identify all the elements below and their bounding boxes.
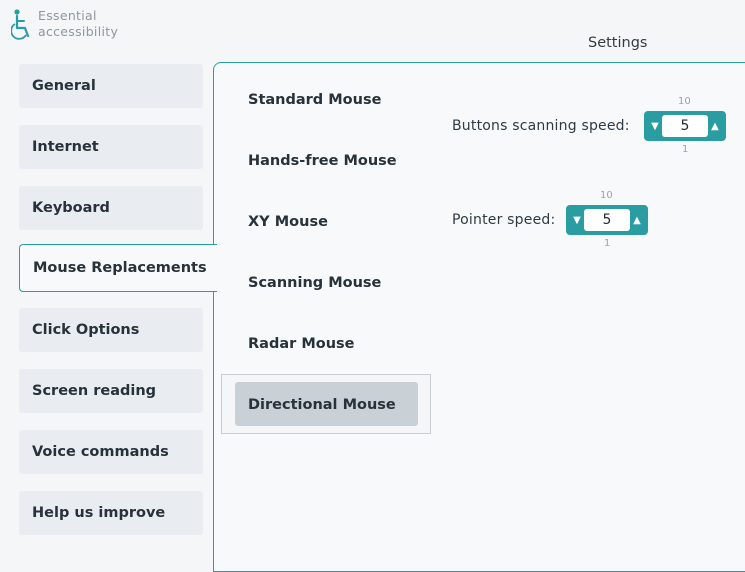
pointer-speed-max-label: 10 bbox=[600, 190, 613, 201]
triangle-down-icon[interactable]: ▼ bbox=[570, 215, 584, 226]
submenu-item-directional-mouse[interactable]: Directional Mouse bbox=[248, 397, 396, 413]
submenu-item-xy-mouse[interactable]: XY Mouse bbox=[248, 214, 328, 230]
pointer-speed-min-label: 1 bbox=[604, 238, 611, 249]
page-title: Settings bbox=[588, 35, 648, 51]
pointer-speed-label: Pointer speed: bbox=[452, 212, 556, 228]
submenu-item-standard-mouse[interactable]: Standard Mouse bbox=[248, 92, 381, 108]
app-name-line1: Essential bbox=[38, 8, 97, 23]
triangle-up-icon[interactable]: ▲ bbox=[708, 121, 722, 132]
sidebar-item-voice-commands[interactable]: Voice commands bbox=[19, 430, 203, 474]
submenu-item-scanning-mouse[interactable]: Scanning Mouse bbox=[248, 275, 381, 291]
sidebar-item-general[interactable]: General bbox=[19, 64, 203, 108]
submenu-item-hands-free-mouse[interactable]: Hands-free Mouse bbox=[248, 153, 397, 169]
wheelchair-accessibility-icon bbox=[11, 9, 30, 40]
sidebar-item-internet[interactable]: Internet bbox=[19, 125, 203, 169]
pointer-speed-stepper: ▼ 5 ▲ bbox=[566, 205, 648, 235]
app-name-line2: accessibility bbox=[38, 24, 119, 39]
buttons-speed-max-label: 10 bbox=[678, 96, 691, 107]
buttons-speed-min-label: 1 bbox=[682, 144, 689, 155]
triangle-up-icon[interactable]: ▲ bbox=[630, 215, 644, 226]
sidebar-item-mouse-replacements[interactable]: Mouse Replacements bbox=[19, 244, 217, 292]
sidebar-item-screen-reading[interactable]: Screen reading bbox=[19, 369, 203, 413]
app-name: Essential accessibility bbox=[38, 8, 118, 40]
sidebar-item-click-options[interactable]: Click Options bbox=[19, 308, 203, 352]
pointer-speed-value[interactable]: 5 bbox=[584, 209, 630, 231]
buttons-scanning-speed-label: Buttons scanning speed: bbox=[452, 118, 630, 134]
app-logo: Essential accessibility bbox=[11, 8, 118, 42]
triangle-down-icon[interactable]: ▼ bbox=[648, 121, 662, 132]
sidebar-item-keyboard[interactable]: Keyboard bbox=[19, 186, 203, 230]
sidebar-item-help-us-improve[interactable]: Help us improve bbox=[19, 491, 203, 535]
buttons-scanning-speed-stepper: ▼ 5 ▲ bbox=[644, 111, 726, 141]
submenu-item-radar-mouse[interactable]: Radar Mouse bbox=[248, 336, 355, 352]
buttons-scanning-speed-value[interactable]: 5 bbox=[662, 115, 708, 137]
